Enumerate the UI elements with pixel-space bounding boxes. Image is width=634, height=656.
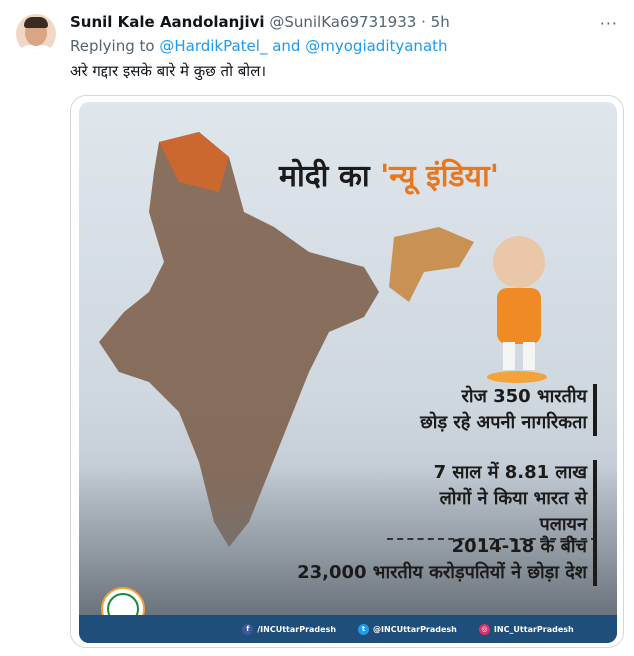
twitter-icon: t [358, 623, 370, 635]
poster-footer: f /INCUttarPradesh t @INCUttarPradesh ◎ … [79, 615, 617, 643]
fact-3-line-1: 2014-18 के बीच [451, 536, 587, 557]
fact-box-2: 7 साल में 8.81 लाख लोगों ने किया भारत से… [387, 460, 597, 540]
fact-2-line-1: 7 साल में 8.81 लाख [433, 462, 587, 483]
replying-to: Replying to @HardikPatel_ and @myogiadit… [70, 37, 448, 55]
instagram-icon: ◎ [478, 623, 490, 635]
fact-box-1: रोज 350 भारतीय छोड़ रहे अपनी नागरिकता [387, 384, 597, 436]
fact-3-line-2: 23,000 भारतीय करोड़पतियों ने छोड़ा देश [297, 562, 587, 583]
user-handle[interactable]: @SunilKa69731933 [269, 13, 416, 31]
fact-1-line-1: रोज 350 भारतीय [461, 386, 587, 407]
separator-dot: · [421, 13, 426, 31]
tweet-header: Sunil Kale Aandolanjivi @SunilKa69731933… [70, 13, 450, 31]
tweet-text: अरे गद्दार इसके बारे मे कुछ तो बोल। [70, 62, 267, 80]
facebook-icon: f [242, 623, 254, 635]
replying-to-label: Replying to [70, 37, 155, 55]
display-name[interactable]: Sunil Kale Aandolanjivi [70, 13, 265, 31]
poster-title-highlight: 'न्यू इंडिया' [380, 159, 499, 194]
mention-link-yogi[interactable]: @myogiadityanath [305, 37, 447, 55]
poster-image: मोदी का 'न्यू इंडिया' रोज 350 भारतीय छोड… [79, 102, 617, 643]
mention-link-hardik[interactable]: @HardikPatel_ [159, 37, 267, 55]
poster-title-prefix: मोदी का [279, 159, 370, 194]
twitter-handle: t @INCUttarPradesh [358, 623, 457, 635]
more-options-icon[interactable]: ··· [600, 14, 618, 33]
tweet-time[interactable]: 5h [431, 13, 450, 31]
fact-2-line-2: लोगों ने किया भारत से पलायन [439, 488, 587, 535]
avatar[interactable] [16, 14, 56, 54]
poster-title: मोदी का 'न्यू इंडिया' [279, 154, 499, 195]
instagram-handle: ◎ INC_UttarPradesh [478, 623, 574, 635]
mention-and: and [272, 37, 301, 55]
facebook-handle: f /INCUttarPradesh [242, 623, 336, 635]
fact-box-3: 2014-18 के बीच 23,000 भारतीय करोड़पतियों… [257, 534, 597, 586]
fact-1-line-2: छोड़ रहे अपनी नागरिकता [420, 412, 587, 433]
tweet-media[interactable]: मोदी का 'न्यू इंडिया' रोज 350 भारतीय छोड… [70, 95, 624, 648]
